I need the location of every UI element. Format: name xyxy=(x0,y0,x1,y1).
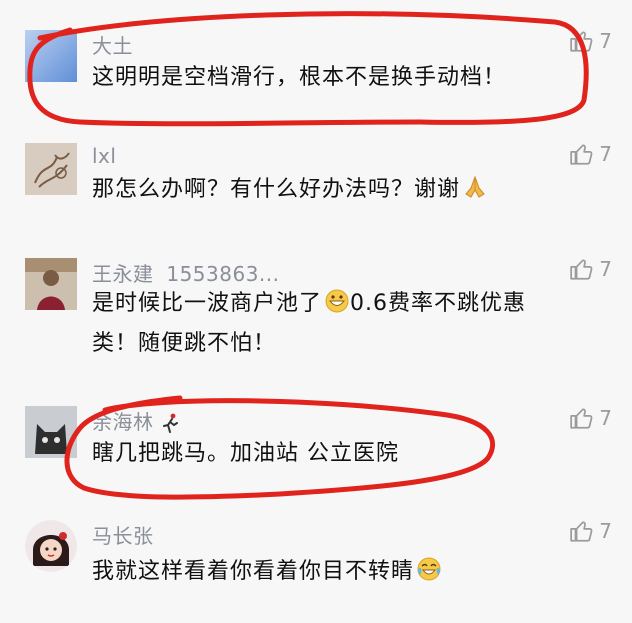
avatar[interactable] xyxy=(25,406,77,458)
avatar[interactable] xyxy=(25,258,77,310)
like-button[interactable]: 7 xyxy=(569,405,612,431)
like-button[interactable]: 7 xyxy=(569,141,612,167)
like-count: 7 xyxy=(599,142,612,166)
like-button[interactable]: 7 xyxy=(569,256,612,282)
sketch-drawing-avatar-icon xyxy=(25,143,77,195)
avatar[interactable] xyxy=(25,520,77,572)
blue-square-avatar-icon xyxy=(25,30,77,82)
comment-text: 那怎么办啊？有什么好办法吗？谢谢 xyxy=(92,172,532,212)
cat-avatar-icon xyxy=(25,406,77,458)
like-count: 7 xyxy=(599,519,612,543)
person-photo-avatar-icon xyxy=(25,258,77,310)
comment-text-content: 那怎么办啊？有什么好办法吗？谢谢 xyxy=(92,177,461,202)
tears-of-joy-icon xyxy=(416,556,442,594)
like-button[interactable]: 7 xyxy=(569,518,612,544)
username[interactable]: lxl xyxy=(92,144,116,168)
like-count: 7 xyxy=(599,29,612,53)
running-figure-icon xyxy=(162,413,180,438)
avatar[interactable] xyxy=(25,30,77,82)
username-text: 余海林 xyxy=(92,410,154,434)
praying-hands-icon xyxy=(462,174,488,212)
comment-text: 是时候比一波商户池了 0.6费率不跳优惠 类！随便跳不怕！ xyxy=(92,286,562,362)
thumbs-up-icon xyxy=(570,144,593,165)
username[interactable]: 大土 xyxy=(92,30,133,59)
like-button[interactable]: 7 xyxy=(569,28,612,54)
username[interactable]: 马长张 xyxy=(92,520,154,549)
thumbs-up-icon xyxy=(570,408,593,429)
comment-text-line1: 是时候比一波商户池了 xyxy=(92,291,323,316)
like-count: 7 xyxy=(599,257,612,281)
comment-text: 这明明是空档滑行，根本不是换手动档！ xyxy=(92,65,507,90)
comment-text: 我就这样看着你看着你目不转睛 xyxy=(92,554,532,594)
cartoon-girl-avatar-icon xyxy=(25,520,77,572)
username[interactable]: 王永建 1553863... xyxy=(92,258,280,287)
username[interactable]: 余海林 xyxy=(92,406,180,438)
comment-text-content: 我就这样看着你看着你目不转睛 xyxy=(92,559,415,584)
comment-text-line1b: 0.6费率不跳优惠 xyxy=(350,291,527,316)
username-suffix: 1553863... xyxy=(166,262,280,286)
like-count: 7 xyxy=(599,406,612,430)
grinning-face-icon xyxy=(324,288,350,326)
username-text: 王永建 xyxy=(92,262,154,286)
comment-text: 瞎几把跳马。加油站 公立医院 xyxy=(92,441,399,466)
thumbs-up-icon xyxy=(570,259,593,280)
thumbs-up-icon xyxy=(570,521,593,542)
thumbs-up-icon xyxy=(570,31,593,52)
avatar[interactable] xyxy=(25,143,77,195)
comment-text-line2: 类！随便跳不怕！ xyxy=(92,331,277,356)
